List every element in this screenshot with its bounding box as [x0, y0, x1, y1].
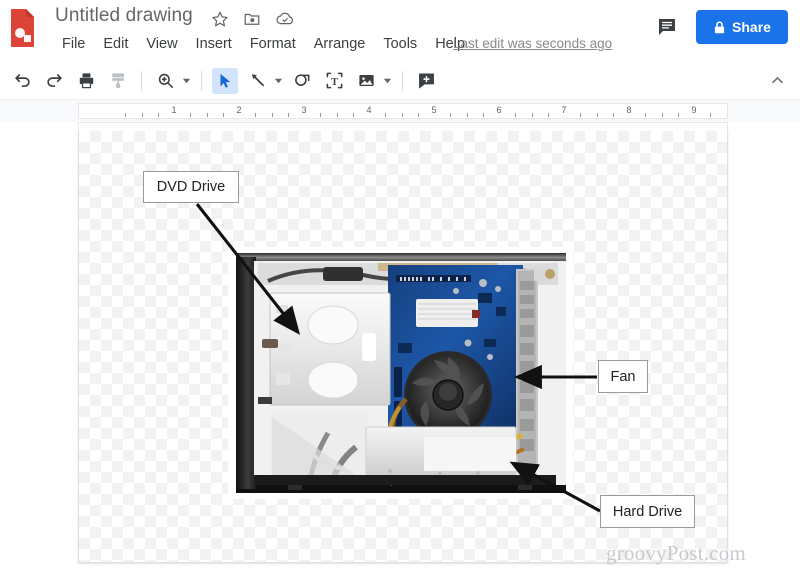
watermark: groovyPost.com	[606, 541, 746, 565]
ruler-tick	[596, 113, 598, 117]
ruler-label: 8	[626, 105, 632, 115]
menu-item-format[interactable]: Format	[241, 34, 305, 54]
menu-item-edit[interactable]: Edit	[94, 34, 137, 54]
line-dropdown-caret-icon[interactable]	[273, 68, 284, 94]
ruler-tick	[141, 113, 143, 117]
ruler-label: 6	[496, 105, 502, 115]
canvas-top-edge	[78, 122, 728, 131]
ruler-tick	[482, 113, 484, 117]
title-bar: Untitled drawing File Edit View Insert F…	[0, 0, 800, 62]
ruler-tick	[515, 113, 517, 117]
ruler-label: 1	[171, 105, 177, 115]
ruler-label: 7	[561, 105, 567, 115]
menu-item-view[interactable]: View	[137, 34, 186, 54]
image-button[interactable]	[353, 68, 379, 94]
ruler-tick	[531, 113, 533, 117]
menu-item-insert[interactable]: Insert	[187, 34, 241, 54]
ruler-tick	[645, 113, 647, 117]
ruler-tick	[157, 113, 159, 117]
ruler-tick	[125, 113, 127, 117]
svg-text:T: T	[331, 77, 338, 88]
comment-history-icon[interactable]	[655, 15, 679, 39]
toolbar: T	[0, 62, 800, 100]
text-box-button[interactable]: T	[321, 68, 347, 94]
toolbar-divider	[141, 70, 142, 91]
share-button[interactable]: Share	[696, 10, 788, 44]
hard-drive-label[interactable]: Hard Drive	[600, 495, 695, 528]
ruler-tick	[466, 113, 468, 117]
zoom-button[interactable]	[152, 68, 178, 94]
ruler-tick	[255, 113, 257, 117]
ruler-tick	[336, 113, 338, 117]
ruler-tick	[710, 113, 712, 117]
toolbar-divider	[201, 70, 202, 91]
shape-tool-button[interactable]	[289, 68, 315, 94]
ruler-tick	[661, 113, 663, 117]
ruler-tick	[450, 113, 452, 117]
last-edit-status[interactable]: Last edit was seconds ago	[453, 36, 612, 51]
ruler-tick	[547, 113, 549, 117]
zoom-dropdown-caret-icon[interactable]	[181, 68, 192, 94]
google-drawings-window: Untitled drawing File Edit View Insert F…	[0, 0, 800, 577]
title-icon-group	[211, 10, 294, 28]
dvd-drive-label[interactable]: DVD Drive	[143, 171, 239, 203]
menu-item-file[interactable]: File	[53, 34, 94, 54]
image-dropdown-caret-icon[interactable]	[382, 68, 393, 94]
fan-label[interactable]: Fan	[598, 360, 648, 393]
ruler-tick	[206, 113, 208, 117]
line-tool-button[interactable]	[244, 68, 270, 94]
cloud-check-icon[interactable]	[275, 10, 294, 28]
menu-item-tools[interactable]: Tools	[374, 34, 426, 54]
ruler-tick	[190, 113, 192, 117]
collapse-toolbar-button[interactable]	[762, 68, 792, 94]
ruler-tick	[417, 113, 419, 117]
document-title[interactable]: Untitled drawing	[55, 5, 193, 27]
dvd-drive-label-text: DVD Drive	[156, 179, 226, 195]
share-button-label: Share	[732, 19, 771, 35]
ruler-tick	[677, 113, 679, 117]
ruler-tick	[352, 113, 354, 117]
hard-drive-label-text: Hard Drive	[612, 503, 683, 520]
print-button[interactable]	[73, 68, 99, 94]
computer-interior-image[interactable]	[228, 247, 573, 499]
ruler-label: 2	[236, 105, 242, 115]
paint-format-button[interactable]	[105, 68, 131, 94]
undo-button[interactable]	[9, 68, 35, 94]
ruler-tick	[401, 113, 403, 117]
horizontal-ruler[interactable]: 1 2 3 4 5 6 7 8 9	[78, 103, 728, 119]
ruler-tick	[612, 113, 614, 117]
ruler-tick	[580, 113, 582, 117]
add-comment-button[interactable]	[413, 68, 439, 94]
menu-bar: File Edit View Insert Format Arrange Too…	[53, 34, 474, 54]
ruler-tick	[385, 113, 387, 117]
ruler-label: 4	[366, 105, 372, 115]
ruler-bar: 1 2 3 4 5 6 7 8 9	[0, 100, 800, 122]
toolbar-divider	[402, 70, 403, 91]
select-tool-button[interactable]	[212, 67, 238, 94]
star-icon[interactable]	[211, 10, 229, 28]
ruler-tick	[222, 113, 224, 117]
fan-label-text: Fan	[610, 368, 636, 385]
drawings-app-logo-icon	[8, 8, 38, 48]
move-to-folder-icon[interactable]	[243, 10, 261, 28]
redo-button[interactable]	[41, 68, 67, 94]
ruler-label: 9	[691, 105, 697, 115]
ruler-label: 5	[431, 105, 437, 115]
lock-icon	[713, 20, 726, 35]
ruler-tick	[320, 113, 322, 117]
ruler-label: 3	[301, 105, 307, 115]
ruler-tick	[271, 113, 273, 117]
ruler-tick	[287, 113, 289, 117]
menu-item-arrange[interactable]: Arrange	[305, 34, 375, 54]
